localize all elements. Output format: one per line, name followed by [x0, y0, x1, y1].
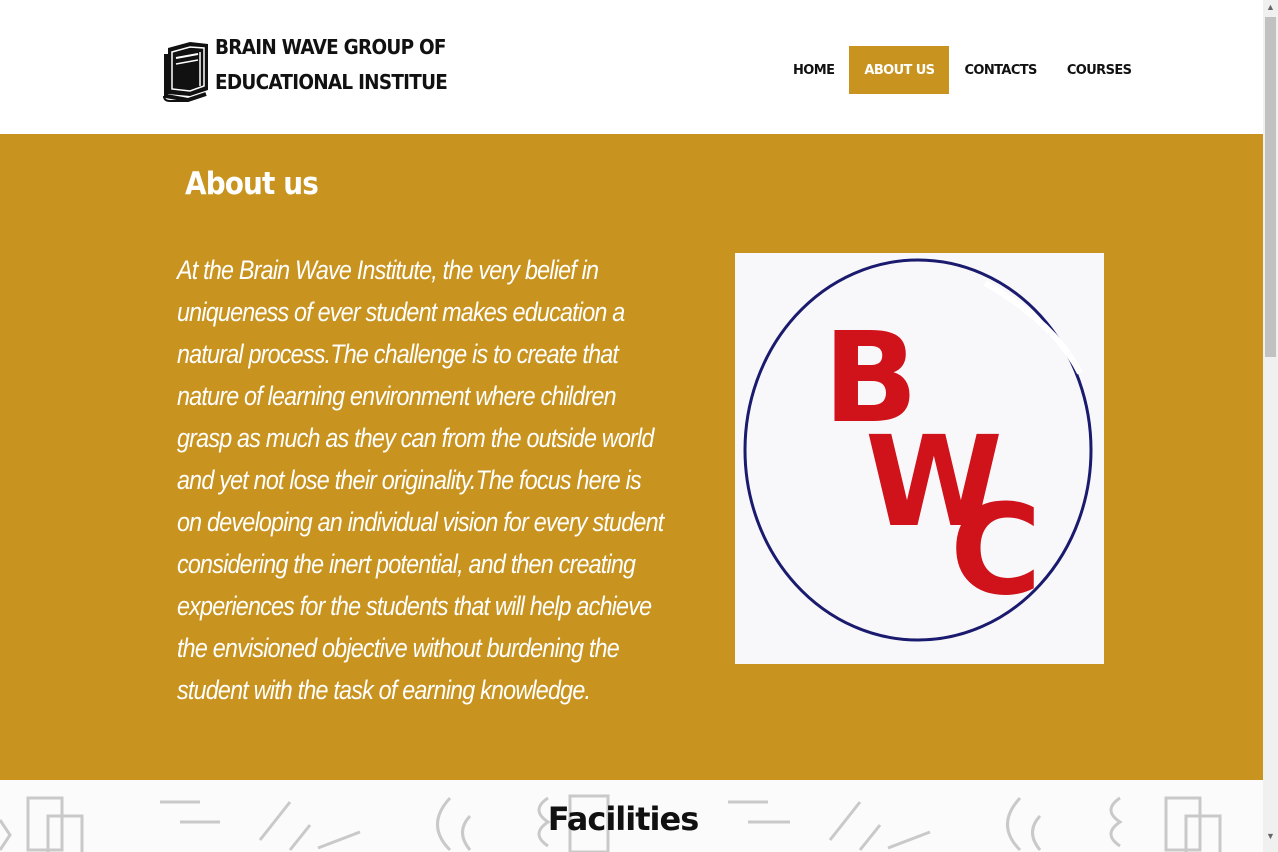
main-nav: HOME ABOUT US CONTACTS COURSES	[778, 46, 1146, 94]
nav-home[interactable]: HOME	[778, 46, 849, 94]
scroll-down-arrow-icon[interactable]: ▼	[1263, 829, 1278, 844]
page-scrollbar[interactable]: ▲ ▼	[1263, 0, 1278, 852]
scrollbar-thumb[interactable]	[1265, 17, 1276, 357]
facilities-title: Facilities	[547, 800, 699, 838]
about-title: About us	[185, 166, 319, 202]
about-paragraph: At the Brain Wave Institute, the very be…	[177, 255, 664, 705]
nav-courses[interactable]: COURSES	[1052, 46, 1147, 94]
scroll-up-arrow-icon[interactable]: ▲	[1263, 0, 1278, 15]
bwc-logo-image: B W C	[735, 253, 1104, 664]
facilities-section: Facilities	[0, 780, 1263, 852]
nav-about-us[interactable]: ABOUT US	[849, 46, 950, 94]
site-header: BRAIN WAVE GROUP OF EDUCATIONAL INSTITUE…	[0, 0, 1263, 134]
nav-contacts[interactable]: CONTACTS	[949, 46, 1051, 94]
about-section: About us At the Brain Wave Institute, th…	[0, 134, 1263, 780]
logo-letter-c: C	[950, 478, 1042, 623]
site-brand[interactable]: BRAIN WAVE GROUP OF EDUCATIONAL INSTITUE	[215, 30, 528, 100]
book-icon[interactable]	[160, 38, 212, 102]
